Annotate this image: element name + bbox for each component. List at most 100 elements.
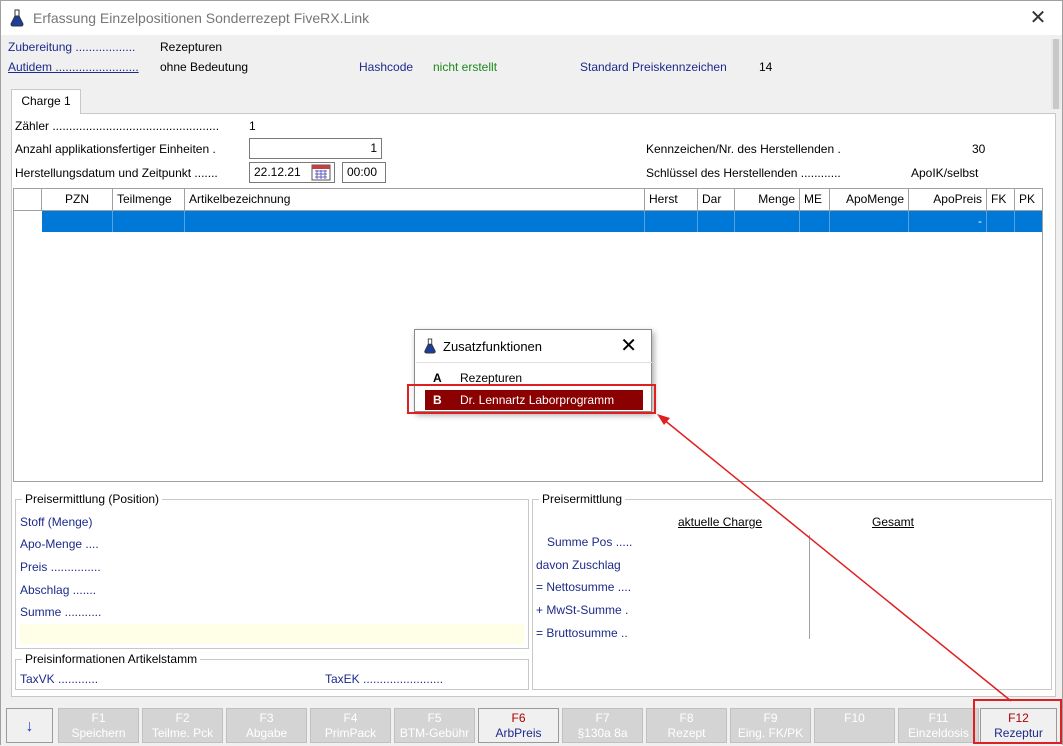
- preisinfo-title: Preisinformationen Artikelstamm: [22, 652, 201, 666]
- taxek-label: TaxEK ........................: [325, 672, 444, 686]
- pg-row-summepos: Summe Pos .....: [547, 535, 633, 549]
- fkey-label: Einzeldosis: [908, 726, 969, 740]
- pg-row-zuschlag: davon Zuschlag: [536, 558, 621, 572]
- schluessel-label: Schlüssel des Herstellenden ............: [646, 166, 841, 180]
- cell-fk[interactable]: [987, 211, 1015, 232]
- calendar-icon[interactable]: [311, 164, 331, 181]
- cell-herst[interactable]: [645, 211, 698, 232]
- fkey-key: F4: [343, 711, 358, 725]
- f1-button[interactable]: F1 Speichern: [58, 708, 139, 743]
- fkey-key: F8: [679, 711, 694, 725]
- zubereitung-label: Zubereitung ..................: [8, 40, 136, 54]
- einheiten-label: Anzahl applikationsfertiger Einheiten .: [15, 142, 216, 156]
- col-apomenge[interactable]: ApoMenge: [830, 189, 909, 211]
- col-apopreis[interactable]: ApoPreis: [909, 189, 987, 211]
- cell-dar[interactable]: [698, 211, 735, 232]
- table-row[interactable]: -: [42, 211, 1042, 232]
- pp-row-apomenge: Apo-Menge ....: [20, 537, 99, 551]
- f8-button[interactable]: F8 Rezept: [646, 708, 727, 743]
- preisermittlung-position-group: Preisermittlung (Position) Stoff (Menge)…: [15, 492, 529, 649]
- col-aktuelle-charge: aktuelle Charge: [678, 515, 763, 529]
- cell-artikelbezeichnung[interactable]: [185, 211, 645, 232]
- grid-header-rowsel: [14, 189, 42, 211]
- col-pk[interactable]: PK: [1015, 189, 1042, 211]
- popup-divider: [416, 362, 652, 363]
- tab-charge-1[interactable]: Charge 1: [11, 89, 81, 114]
- cell-pzn[interactable]: [42, 211, 113, 232]
- fkey-label: Eing. FK/PK: [737, 726, 804, 740]
- kennzeichen-label: Kennzeichen/Nr. des Herstellenden .: [646, 142, 841, 156]
- vertical-scrollbar[interactable]: [1051, 39, 1061, 109]
- close-icon[interactable]: ✕: [620, 336, 637, 356]
- col-herst[interactable]: Herst: [645, 189, 698, 211]
- fkey-label: Abgabe: [245, 726, 288, 740]
- grid-header: PZN Teilmenge Artikelbezeichnung Herst D…: [14, 189, 1042, 211]
- fkey-label: Teilme. Pck: [151, 726, 214, 740]
- title-bar: Erfassung Einzelpositionen Sonderrezept …: [1, 1, 1062, 35]
- zubereitung-value: Rezepturen: [160, 40, 223, 54]
- col-dar[interactable]: Dar: [698, 189, 735, 211]
- preiskennzeichen-label: Standard Preiskennzeichen: [580, 60, 727, 74]
- autidem-value: ohne Bedeutung: [160, 60, 249, 74]
- einheiten-input[interactable]: 1: [249, 138, 382, 159]
- pp-row-stoff: Stoff (Menge): [20, 515, 93, 529]
- f3-button[interactable]: F3 Abgabe: [226, 708, 307, 743]
- f2-button[interactable]: F2 Teilme. Pck: [142, 708, 223, 743]
- main-window: Erfassung Einzelpositionen Sonderrezept …: [0, 0, 1063, 745]
- f10-button[interactable]: F10: [814, 708, 895, 743]
- fkey-label: BTM-Gebühr: [399, 726, 470, 740]
- pp-row-summe: Summe ...........: [20, 605, 102, 619]
- close-icon[interactable]: ✕: [1026, 6, 1050, 30]
- col-menge[interactable]: Menge: [735, 189, 800, 211]
- datum-label: Herstellungsdatum und Zeitpunkt .......: [15, 166, 218, 180]
- col-teilmenge[interactable]: Teilmenge: [113, 189, 185, 211]
- cell-apopreis[interactable]: -: [909, 211, 987, 232]
- zeit-input[interactable]: 00:00: [342, 162, 386, 183]
- pg-row-mwst: + MwSt-Summe .: [536, 603, 629, 617]
- fkey-key: F9: [763, 711, 778, 725]
- f5-button[interactable]: F5 BTM-Gebühr: [394, 708, 475, 743]
- fkey-key: F2: [175, 711, 190, 725]
- pp-row-abschlag: Abschlag .......: [20, 583, 97, 597]
- col-gesamt: Gesamt: [872, 515, 915, 529]
- preisermittlung-gesamt-group: Preisermittlung aktuelle Charge Gesamt S…: [532, 492, 1052, 690]
- fkey-key: F10: [844, 711, 865, 725]
- cell-me[interactable]: [800, 211, 830, 232]
- hashcode-value: nicht erstellt: [433, 60, 498, 74]
- pg-row-netto: = Nettosumme ....: [536, 580, 632, 594]
- preisermittlung-title: Preisermittlung: [539, 492, 626, 506]
- f9-button[interactable]: F9 Eing. FK/PK: [730, 708, 811, 743]
- preisinfo-group: Preisinformationen Artikelstamm TaxVK ..…: [15, 652, 529, 690]
- cell-teilmenge[interactable]: [113, 211, 185, 232]
- pp-row-preis: Preis ...............: [20, 560, 101, 574]
- fkey-label: §130a 8a: [577, 726, 628, 740]
- popup-title: Zusatzfunktionen: [443, 339, 543, 354]
- arrow-down-button[interactable]: ↓: [6, 708, 53, 743]
- fkey-label: Speichern: [71, 726, 126, 740]
- fkey-key: F6: [511, 711, 526, 725]
- col-fk[interactable]: FK: [987, 189, 1015, 211]
- fkey-key: F7: [595, 711, 610, 725]
- fkey-key: F3: [259, 711, 274, 725]
- cell-menge[interactable]: [735, 211, 800, 232]
- window-title: Erfassung Einzelpositionen Sonderrezept …: [33, 10, 370, 26]
- scrollbar-thumb[interactable]: [1053, 39, 1059, 109]
- f6-button[interactable]: F6 ArbPreis: [478, 708, 559, 743]
- f11-button[interactable]: F11 Einzeldosis: [898, 708, 979, 743]
- cell-apomenge[interactable]: [830, 211, 909, 232]
- fkey-label: PrimPack: [324, 726, 377, 740]
- f7-button[interactable]: F7 §130a 8a: [562, 708, 643, 743]
- col-me[interactable]: ME: [800, 189, 830, 211]
- fkey-key: F1: [91, 711, 106, 725]
- col-artikelbezeichnung[interactable]: Artikelbezeichnung: [185, 189, 645, 211]
- flask-icon: [423, 337, 437, 355]
- col-pzn[interactable]: PZN: [42, 189, 113, 211]
- autidem-label[interactable]: Autidem .........................: [8, 60, 139, 74]
- f4-button[interactable]: F4 PrimPack: [310, 708, 391, 743]
- datum-value: 22.12.21: [254, 165, 301, 179]
- fkey-key: F11: [928, 711, 949, 725]
- cell-pk[interactable]: [1015, 211, 1042, 232]
- taxvk-label: TaxVK ............: [20, 672, 99, 686]
- flask-icon: [9, 9, 25, 27]
- zaehler-value: 1: [249, 119, 256, 133]
